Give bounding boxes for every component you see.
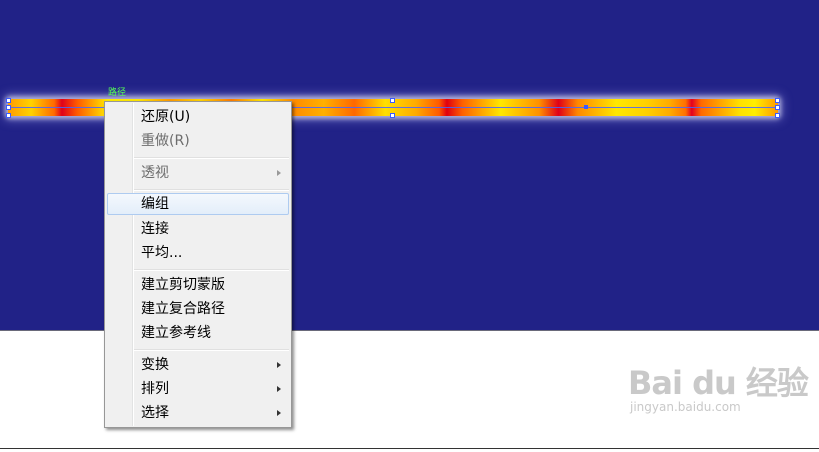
watermark-url: jingyan.baidu.com xyxy=(630,400,741,414)
divider xyxy=(0,448,819,449)
menu-item-redo[interactable]: 重做(R) xyxy=(107,130,289,152)
watermark-logo-text: Bai du 经验 xyxy=(628,364,809,402)
menu-item-make-compound-path[interactable]: 建立复合路径 xyxy=(107,298,289,320)
menu-item-arrange[interactable]: 排列 xyxy=(107,378,289,400)
menu-item-label: 还原(U) xyxy=(141,109,191,125)
watermark-logo: Bai du 经验 xyxy=(628,364,809,402)
path-hover-label: 路径 xyxy=(108,88,127,98)
menu-separator xyxy=(134,349,289,351)
menu-separator xyxy=(134,189,289,191)
submenu-arrow-icon xyxy=(277,410,281,416)
anchor-handle[interactable] xyxy=(390,113,395,118)
menu-item-transform[interactable]: 变换 xyxy=(107,354,289,376)
anchor-handle[interactable] xyxy=(6,105,11,110)
menu-separator xyxy=(134,157,289,159)
menu-item-label: 建立参考线 xyxy=(141,325,211,341)
center-point xyxy=(584,105,588,109)
menu-item-undo[interactable]: 还原(U) xyxy=(107,106,289,128)
menu-item-make-guides[interactable]: 建立参考线 xyxy=(107,322,289,344)
menu-item-label: 重做(R) xyxy=(141,133,190,149)
anchor-handle[interactable] xyxy=(775,105,780,110)
menu-item-make-clipping-mask[interactable]: 建立剪切蒙版 xyxy=(107,274,289,296)
menu-item-group[interactable]: 编组 xyxy=(107,193,289,215)
menu-item-perspective[interactable]: 透视 xyxy=(107,162,289,184)
menu-separator xyxy=(134,269,289,271)
menu-item-join[interactable]: 连接 xyxy=(107,218,289,240)
menu-item-label: 透视 xyxy=(141,165,169,181)
menu-item-label: 平均... xyxy=(141,245,183,261)
menu-item-label: 连接 xyxy=(141,221,169,237)
submenu-arrow-icon xyxy=(277,386,281,392)
baidu-jingyan-watermark: Bai du 经验 jingyan.baidu.com xyxy=(628,364,809,414)
menu-item-label: 变换 xyxy=(141,357,169,373)
menu-item-average[interactable]: 平均... xyxy=(107,242,289,264)
anchor-handle[interactable] xyxy=(6,113,11,118)
menu-item-label: 选择 xyxy=(141,405,169,421)
menu-item-label: 建立复合路径 xyxy=(141,301,225,317)
anchor-handle[interactable] xyxy=(390,98,395,103)
anchor-handle[interactable] xyxy=(775,113,780,118)
context-menu: 还原(U) 重做(R) 透视 编组 连接 平均... 建立剪切蒙版 建立复合路径… xyxy=(104,101,292,428)
submenu-arrow-icon xyxy=(277,362,281,368)
anchor-handle[interactable] xyxy=(6,98,11,103)
anchor-handle[interactable] xyxy=(775,98,780,103)
submenu-arrow-icon xyxy=(277,170,281,176)
menu-item-label: 建立剪切蒙版 xyxy=(141,277,225,293)
menu-item-label: 排列 xyxy=(141,381,169,397)
menu-item-select[interactable]: 选择 xyxy=(107,402,289,424)
menu-item-label: 编组 xyxy=(141,196,169,212)
